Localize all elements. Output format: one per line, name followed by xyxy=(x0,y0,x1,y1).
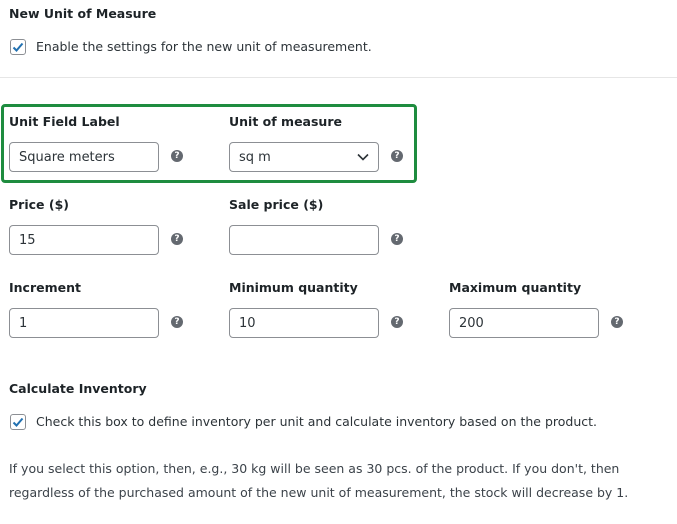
help-icon[interactable]: ? xyxy=(171,150,183,162)
checkmark-icon xyxy=(12,42,24,52)
calculate-inventory-title: Calculate Inventory xyxy=(9,381,147,396)
unit-field-label-input[interactable] xyxy=(9,142,159,172)
new-unit-title: New Unit of Measure xyxy=(9,6,157,21)
help-icon[interactable]: ? xyxy=(171,233,183,245)
section-divider xyxy=(0,77,677,78)
help-icon[interactable]: ? xyxy=(391,150,403,162)
checkmark-icon xyxy=(12,417,24,427)
unit-of-measure-label: Unit of measure xyxy=(229,114,342,129)
increment-label: Increment xyxy=(9,280,81,295)
unit-of-measure-select[interactable]: sq m xyxy=(229,142,379,172)
maximum-quantity-label: Maximum quantity xyxy=(449,280,582,295)
help-icon[interactable]: ? xyxy=(391,233,403,245)
price-label: Price ($) xyxy=(9,197,69,212)
help-icon[interactable]: ? xyxy=(611,316,623,328)
minimum-quantity-input[interactable] xyxy=(229,308,379,338)
help-icon[interactable]: ? xyxy=(171,316,183,328)
help-icon[interactable]: ? xyxy=(391,316,403,328)
unit-field-label-label: Unit Field Label xyxy=(9,114,120,129)
sale-price-input[interactable] xyxy=(229,225,379,255)
enable-settings-checkbox[interactable] xyxy=(10,39,26,55)
increment-input[interactable] xyxy=(9,308,159,338)
chevron-down-icon xyxy=(357,153,369,161)
price-input[interactable] xyxy=(9,225,159,255)
inventory-per-unit-checkbox[interactable] xyxy=(10,414,26,430)
maximum-quantity-input[interactable] xyxy=(449,308,599,338)
sale-price-label: Sale price ($) xyxy=(229,197,324,212)
enable-settings-label: Enable the settings for the new unit of … xyxy=(36,39,372,54)
minimum-quantity-label: Minimum quantity xyxy=(229,280,358,295)
inventory-per-unit-label: Check this box to define inventory per u… xyxy=(36,414,598,429)
unit-of-measure-value: sq m xyxy=(239,149,271,165)
inventory-description: If you select this option, then, e.g., 3… xyxy=(9,461,629,500)
